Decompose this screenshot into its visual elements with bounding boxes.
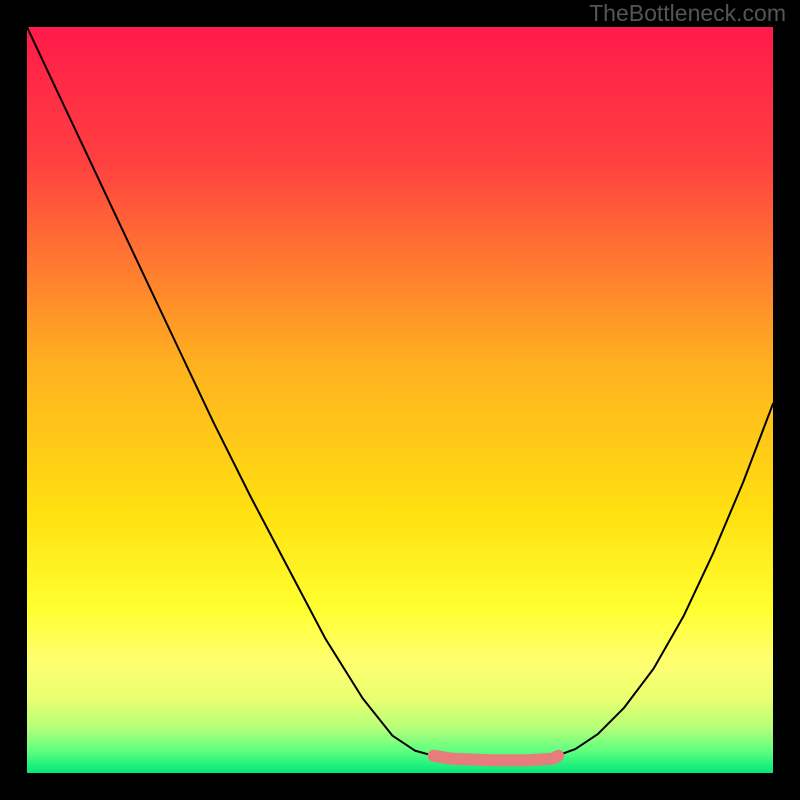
watermark-text: TheBottleneck.com [589,0,786,27]
chart-frame: TheBottleneck.com [0,0,800,800]
plot-area [27,27,773,773]
gradient-background [27,27,773,773]
series-pink-band [434,756,559,761]
